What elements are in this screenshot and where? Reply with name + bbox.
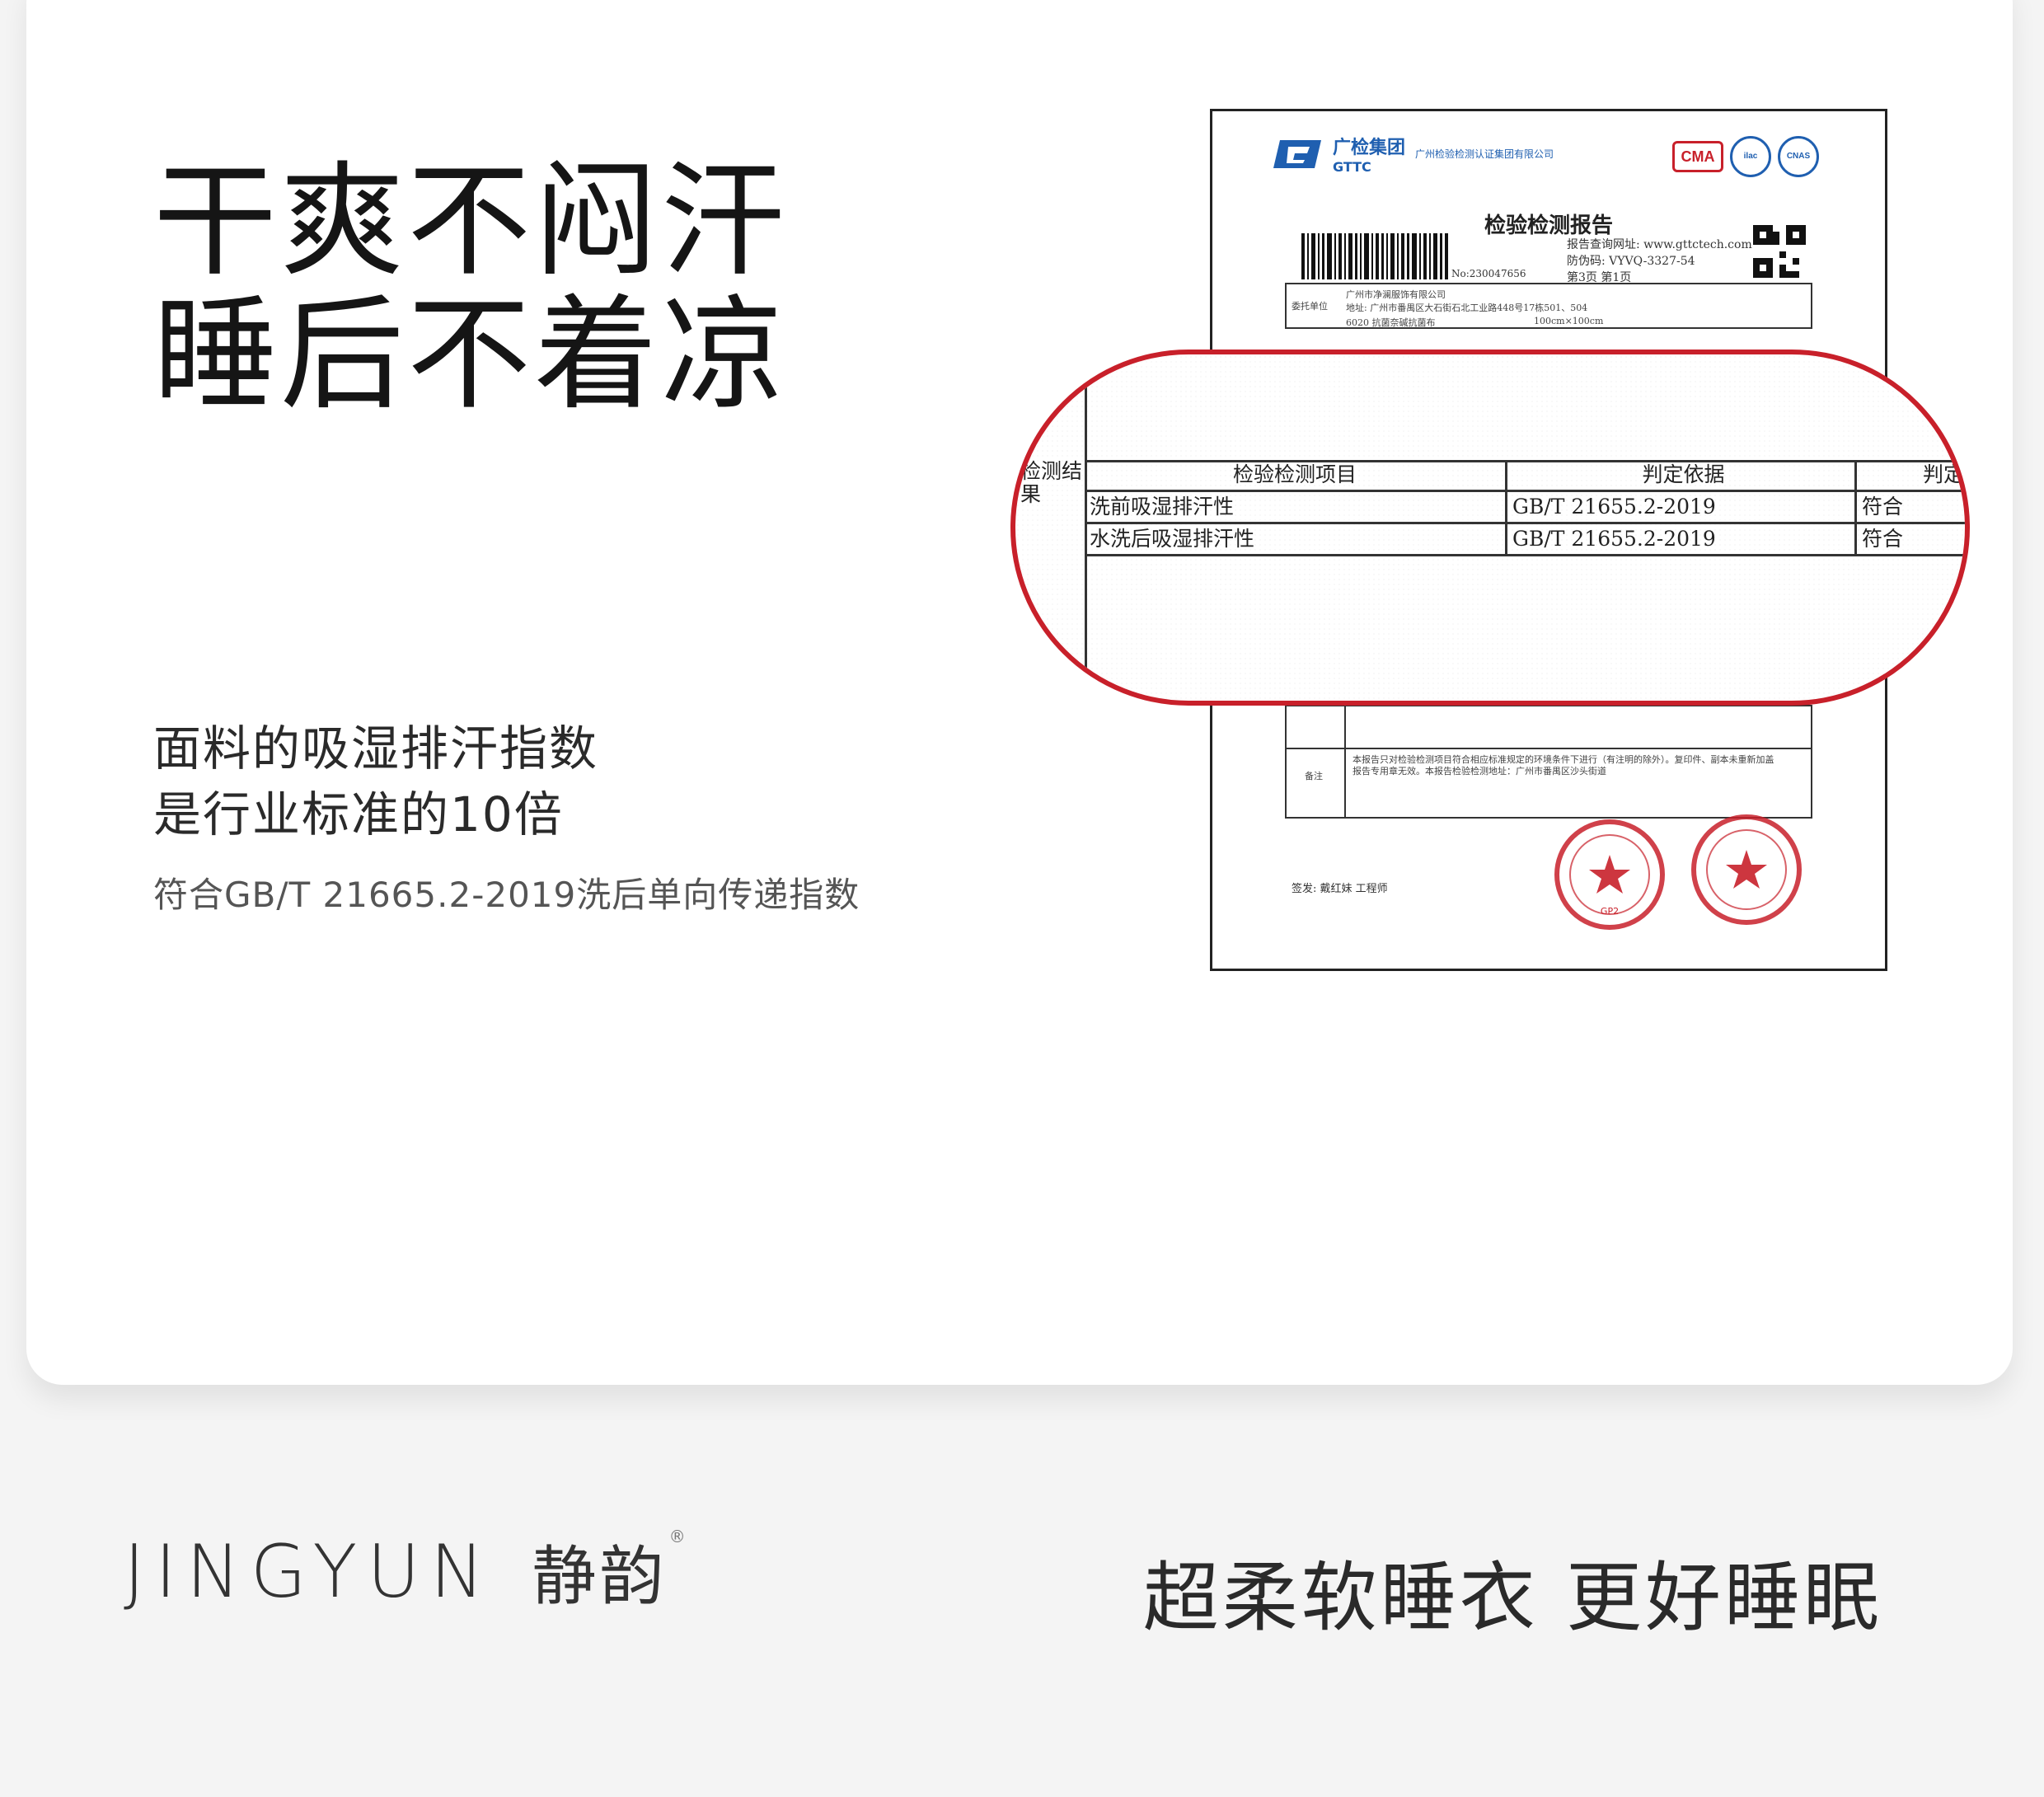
callout-side-label: 检测结果 <box>1020 459 1083 506</box>
headline: 干爽不闷汗 睡后不着凉 <box>153 155 788 422</box>
subheading-line-1: 面料的吸湿排汗指数 <box>153 720 599 777</box>
standard-note: 符合GB/T 21665.2-2019洗后单向传递指数 <box>153 875 860 915</box>
report-org-name: 广检集团 <box>1333 137 1406 158</box>
header-item: 检验检测项目 <box>1232 462 1357 486</box>
header-basis: 判定依据 <box>1505 460 1854 490</box>
sample-name: 6020 抗菌奈碱抗菌布 <box>1346 317 1436 328</box>
row-item: 洗前吸湿排汗性 <box>1090 495 1235 518</box>
report-remarks-table: 备注 本报告只对检验检测项目符合相应标准规定的环境条件下进行（有注明的除外）。复… <box>1285 705 1812 819</box>
row-verdict: 符合 <box>1854 492 1965 522</box>
headline-line-1: 干爽不闷汗 <box>153 150 789 293</box>
table-header-row: 检验检测项目 判定依据 判定 <box>1085 460 1965 492</box>
ilac-mark-icon: ilac <box>1730 136 1771 177</box>
barcode-icon <box>1301 233 1448 279</box>
result-magnifier-callout: 检测结果 检验检测项目 判定依据 判定 洗前吸湿排汗性 GB/T 21655.2… <box>1010 350 1970 706</box>
report-code: 防伪码: VYVQ-3327-54 <box>1567 255 1695 268</box>
registered-mark: ® <box>668 1527 689 1546</box>
official-stamp-icon: GP2 <box>1554 819 1665 930</box>
brand-name-en: JINGYUN <box>124 1528 495 1614</box>
table-row: 水洗后吸湿排汗性 GB/T 21655.2-2019 符合 <box>1085 524 1965 556</box>
svg-text:GP2: GP2 <box>1601 906 1619 917</box>
cma-mark: CMA <box>1672 141 1723 172</box>
brand-slogan: 超柔软睡衣 更好睡眠 <box>1142 1554 1882 1642</box>
report-logo-row: 广检集团 GTTC 广州检验检测认证集团有限公司 <box>1273 133 1572 175</box>
report-meta: 报告查询网址: www.gttctech.com 防伪码: VYVQ-3327-… <box>1567 237 1752 286</box>
inspection-stamp-icon <box>1691 814 1802 925</box>
report-number: No:230047656 <box>1451 268 1526 279</box>
row-basis: GB/T 21655.2-2019 <box>1505 492 1854 522</box>
brand-name-cn: 静韵 ® <box>532 1525 686 1617</box>
remark-label: 备注 <box>1305 771 1323 781</box>
report-query-site: 报告查询网址: www.gttctech.com <box>1567 238 1752 251</box>
cnas-mark: CNAS <box>1778 136 1819 177</box>
client-label: 委托单位 <box>1292 301 1328 312</box>
remark-text: 本报告只对检验检测项目符合相应标准规定的环境条件下进行（有注明的除外）。复印件、… <box>1353 754 1774 777</box>
report-org-full: 广州检验检测认证集团有限公司 <box>1415 148 1554 160</box>
client-address: 地址: 广州市番禺区大石街石北工业路448号17栋501、504 <box>1346 303 1588 313</box>
sample-spec: 100cm×100cm <box>1534 316 1604 326</box>
header-verdict: 判定 <box>1854 460 1965 490</box>
subheading: 面料的吸湿排汗指数 是行业标准的10倍 <box>153 716 598 847</box>
report-client-table: 委托单位 广州市净澜服饰有限公司 地址: 广州市番禺区大石街石北工业路448号1… <box>1285 283 1812 329</box>
gttc-logo-icon <box>1273 139 1321 168</box>
qr-code-icon <box>1753 225 1806 278</box>
headline-line-2: 睡后不着凉 <box>153 284 789 427</box>
report-signature-row: 签发: 戴红妹 工程师 <box>1292 883 1388 895</box>
report-org-block: 广检集团 GTTC <box>1333 133 1405 175</box>
client-name: 广州市净澜服饰有限公司 <box>1346 289 1446 300</box>
row-verdict: 符合 <box>1854 524 1965 554</box>
row-item: 水洗后吸湿排汗性 <box>1090 527 1255 551</box>
subheading-line-2: 是行业标准的10倍 <box>153 786 564 842</box>
brand-name-cn-text: 静韵 <box>532 1540 668 1614</box>
certification-marks: CMA ilac CNAS <box>1672 136 1819 177</box>
table-row: 洗前吸湿排汗性 GB/T 21655.2-2019 符合 <box>1085 492 1965 524</box>
callout-results-table: 检验检测项目 判定依据 判定 洗前吸湿排汗性 GB/T 21655.2-2019… <box>1085 460 1965 556</box>
row-basis: GB/T 21655.2-2019 <box>1505 524 1854 554</box>
report-title: 检验检测报告 <box>1484 213 1614 238</box>
brand-logo: JINGYUN 静韵 ® <box>124 1525 686 1617</box>
report-org-abbr: GTTC <box>1333 159 1371 175</box>
